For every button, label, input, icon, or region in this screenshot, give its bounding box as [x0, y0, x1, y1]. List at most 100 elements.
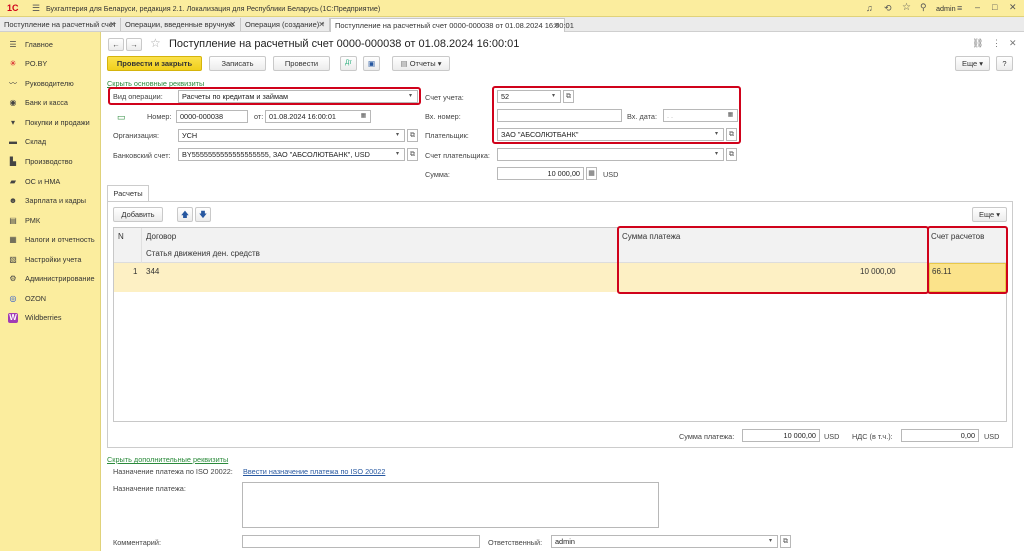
reports-button[interactable]: ▤ Отчеты ▾ [392, 56, 450, 71]
close-window-icon[interactable]: ✕ [1009, 2, 1017, 13]
calendar-icon[interactable]: ▦ [358, 111, 369, 122]
sidebar-item-director[interactable]: 〰 Руководителю [8, 79, 74, 95]
forward-button[interactable]: → [126, 38, 142, 51]
sidebar-item-warehouse[interactable]: ▬ Склад [8, 137, 46, 153]
sidebar-item-ozon[interactable]: ◎ OZON [8, 294, 47, 310]
tab-settlements[interactable]: Расчеты [107, 185, 149, 202]
row-payment-sum[interactable]: 10 000,00 [860, 267, 896, 276]
open-responsible-icon[interactable]: ⧉ [780, 535, 791, 548]
tab-manual-operations[interactable]: Операции, введенные вручную ✕ [121, 18, 241, 31]
platform-label: (1С:Предприятие) [320, 4, 381, 13]
form-menu-icon[interactable]: ⋮ [992, 38, 1001, 49]
calendar-icon[interactable]: ▦ [725, 110, 736, 121]
user-name[interactable]: admin [936, 4, 956, 13]
sidebar-item-payroll[interactable]: ☻ Зарплата и кадры [8, 196, 86, 212]
incoming-date-field[interactable]: . . ▦ [663, 109, 738, 122]
row-account-cell[interactable]: 66.11 [929, 263, 1006, 292]
row-contract[interactable]: 344 [146, 267, 159, 276]
chevron-down-icon[interactable]: ▾ [711, 149, 722, 160]
open-organization-icon[interactable]: ⧉ [407, 129, 418, 142]
organization-field[interactable]: УСН ▾ [178, 129, 405, 142]
column-n[interactable]: N [118, 232, 124, 241]
open-bank-account-icon[interactable]: ⧉ [407, 148, 418, 161]
close-tab-icon[interactable]: ✕ [553, 21, 560, 30]
help-button[interactable]: ? [996, 56, 1013, 71]
column-account[interactable]: Счет расчетов [931, 232, 984, 241]
sidebar-item-production[interactable]: ▙ Производство [8, 157, 73, 173]
user-menu-icon[interactable]: ≡ [957, 3, 962, 13]
close-form-icon[interactable]: ✕ [1009, 38, 1017, 49]
operation-select[interactable]: Расчеты по кредитам и займам ▾ [178, 90, 418, 103]
bell-icon[interactable]: ♫ [866, 3, 873, 13]
post-button[interactable]: Провести [273, 56, 330, 71]
hide-additional-requisites-link[interactable]: Скрыть дополнительные реквизиты [107, 455, 228, 464]
back-button[interactable]: ← [108, 38, 124, 51]
sidebar-item-main[interactable]: ☰ Главное [8, 40, 52, 56]
register-icon: ▤ [9, 216, 17, 226]
chevron-down-icon[interactable]: ▾ [405, 91, 416, 102]
sidebar-item-rmk[interactable]: ▤ РМК [8, 216, 40, 232]
comment-field[interactable] [242, 535, 480, 548]
number-field[interactable]: 0000-000038 [176, 110, 248, 123]
account-field[interactable]: 52 ▾ [497, 90, 561, 103]
open-payer-account-icon[interactable]: ⧉ [726, 148, 737, 161]
sidebar-item-assets[interactable]: ▰ ОС и НМА [8, 177, 60, 193]
column-payment-sum[interactable]: Сумма платежа [622, 232, 680, 241]
minimize-icon[interactable]: – [975, 2, 980, 12]
more-button[interactable]: Еще ▾ [955, 56, 990, 71]
date-field[interactable]: 01.08.2024 16:00:01 ▦ [265, 110, 371, 123]
column-cash-flow[interactable]: Статья движения ден. средств [146, 249, 260, 258]
iso-purpose-link[interactable]: Ввести назначение платежа по ISO 20022 [243, 467, 385, 476]
dt-kt-icon[interactable]: Дт [340, 56, 357, 71]
move-down-icon[interactable]: 🡇 [195, 207, 211, 222]
favorites-star-icon[interactable]: ☆ [902, 2, 911, 13]
sum-field[interactable]: 10 000,00 [497, 167, 584, 180]
sidebar-item-poby[interactable]: ✳ PO.BY [8, 59, 48, 75]
history-icon[interactable]: ⟲ [884, 3, 892, 14]
sidebar-item-wildberries[interactable]: W Wildberries [8, 313, 62, 329]
close-tab-icon[interactable]: ✕ [109, 20, 116, 29]
chevron-down-icon[interactable]: ▾ [392, 149, 403, 160]
sidebar-item-sales[interactable]: ▾ Покупки и продажи [8, 118, 90, 134]
responsible-field[interactable]: admin ▾ [551, 535, 778, 548]
settlements-more-button[interactable]: Еще ▾ [972, 207, 1007, 222]
payer-account-field[interactable]: ▾ [497, 148, 724, 161]
move-up-icon[interactable]: 🡅 [177, 207, 193, 222]
menu-icon: ☰ [9, 40, 17, 50]
tab-current-document[interactable]: Поступление на расчетный счет 0000-00003… [330, 18, 574, 32]
sections-sidebar: ☰ Главное ✳ PO.BY 〰 Руководителю ◉ Банк и ка… [0, 32, 101, 551]
favorite-star-icon[interactable]: ☆ [150, 36, 161, 50]
post-and-close-button[interactable]: Провести и закрыть [107, 56, 202, 71]
open-account-icon[interactable]: ⧉ [563, 90, 574, 103]
sidebar-item-accounting-settings[interactable]: ▧ Настройки учета [8, 255, 81, 271]
table-row[interactable]: 1 344 10 000,00 66.11 [114, 263, 1006, 292]
add-row-button[interactable]: Добавить [113, 207, 163, 222]
payment-purpose-textarea[interactable] [242, 482, 659, 528]
sidebar-item-taxes[interactable]: ▦ Налоги и отчетность [8, 235, 94, 251]
save-button[interactable]: Записать [209, 56, 266, 71]
chevron-down-icon[interactable]: ▾ [765, 536, 776, 547]
column-contract[interactable]: Договор [146, 232, 176, 241]
print-icon[interactable]: ▣ [363, 56, 380, 71]
close-tab-icon[interactable]: ✕ [229, 20, 236, 29]
maximize-icon[interactable]: □ [992, 2, 997, 12]
sidebar-item-label: OZON [25, 294, 47, 303]
main-menu-icon[interactable]: ☰ [32, 3, 40, 14]
chevron-down-icon[interactable]: ▾ [392, 130, 403, 141]
incoming-number-field[interactable] [497, 109, 622, 122]
link-icon[interactable]: ⛓ [972, 38, 983, 49]
open-payer-icon[interactable]: ⧉ [726, 128, 737, 141]
chevron-down-icon[interactable]: ▾ [711, 129, 722, 140]
total-payment-label: Сумма платежа: [679, 432, 735, 441]
hide-main-requisites-link[interactable]: Скрыть основные реквизиты [107, 79, 204, 88]
bank-account-field[interactable]: BY5555555555555555555, ЗАО "АБСОЛЮТБАНК"… [178, 148, 405, 161]
search-icon[interactable]: ⚲ [920, 2, 927, 13]
chevron-down-icon[interactable]: ▾ [548, 91, 559, 102]
sidebar-item-admin[interactable]: ⚙ Администрирование [8, 274, 94, 290]
sidebar-item-bank[interactable]: ◉ Банк и касса [8, 98, 68, 114]
payer-field[interactable]: ЗАО "АБСОЛЮТБАНК" ▾ [497, 128, 724, 141]
calculator-icon[interactable]: ▦ [586, 167, 597, 180]
tab-operation-new[interactable]: Операция (создание) * ✕ [241, 18, 330, 31]
close-tab-icon[interactable]: ✕ [318, 20, 325, 29]
tab-bank-receipts[interactable]: Поступление на расчетный счет ✕ [0, 18, 121, 31]
